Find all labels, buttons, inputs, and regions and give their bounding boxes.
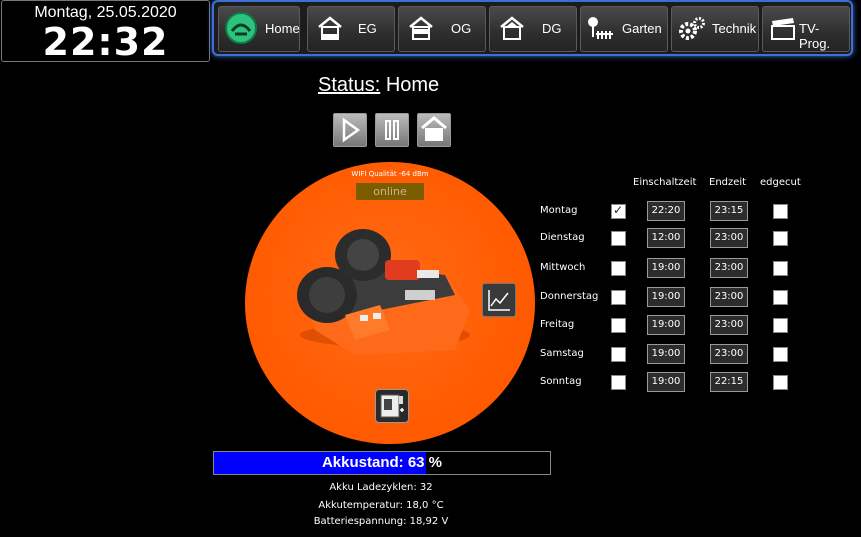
end-time-input[interactable]: 23:00	[710, 258, 748, 278]
status-value: Home	[385, 74, 440, 96]
nav-garten-button[interactable]: Garten	[580, 6, 668, 52]
garden-icon	[588, 17, 613, 39]
top-nav: Home EG OG DG Garten Technik TV-Prog.	[212, 0, 853, 56]
schedule-day-label: Dienstag	[540, 232, 585, 243]
schedule-enable-checkbox[interactable]	[611, 375, 626, 390]
nav-og-button[interactable]: OG	[398, 6, 486, 52]
mower-icon	[225, 12, 257, 44]
line-chart-icon	[488, 290, 510, 311]
nav-eg-button[interactable]: EG	[307, 6, 395, 52]
battery-temperature: Akkutemperatur: 18,0 °C	[318, 500, 444, 511]
schedule-day-label: Freitag	[540, 319, 575, 330]
clock-panel: Montag, 25.05.2020 22:32	[1, 0, 210, 62]
schedule-day-label: Samstag	[540, 348, 584, 359]
edgecut-checkbox[interactable]	[773, 375, 788, 390]
start-time-input[interactable]: 19:00	[647, 315, 685, 335]
nav-tv-button[interactable]: TV-Prog.	[762, 6, 850, 52]
battery-voltage: Batteriespannung: 18,92 V	[313, 516, 449, 527]
end-time-input[interactable]: 22:15	[710, 372, 748, 392]
status-key: Status:	[318, 74, 381, 96]
schedule-enable-checkbox[interactable]	[611, 231, 626, 246]
start-time-input[interactable]: 22:20	[647, 201, 685, 221]
nav-label: DG	[542, 21, 562, 36]
nav-label: EG	[358, 21, 377, 36]
pause-button[interactable]	[375, 113, 409, 147]
end-time-input[interactable]: 23:00	[710, 315, 748, 335]
nav-label: Home	[265, 21, 300, 36]
chart-button[interactable]	[482, 283, 516, 317]
device-settings-button[interactable]	[375, 389, 409, 423]
house-icon	[500, 16, 524, 40]
gears-icon	[679, 17, 705, 40]
nav-label: TV-Prog.	[799, 21, 831, 51]
clapper-icon	[771, 18, 795, 40]
nav-label: Technik	[712, 21, 757, 36]
nav-home-button[interactable]: Home	[218, 6, 300, 52]
house-icon	[318, 16, 342, 40]
battery-cycles: Akku Ladezyklen: 32	[329, 482, 433, 493]
edgecut-checkbox[interactable]	[773, 318, 788, 333]
nav-dg-button[interactable]: DG	[489, 6, 577, 52]
end-time-input[interactable]: 23:00	[710, 344, 748, 364]
schedule-enable-checkbox[interactable]	[611, 290, 626, 305]
battery-label: Akkustand: 63 %	[321, 454, 443, 471]
schedule-enable-checkbox[interactable]	[611, 261, 626, 276]
start-time-input[interactable]: 19:00	[647, 344, 685, 364]
play-button[interactable]	[333, 113, 367, 147]
play-icon	[342, 117, 361, 143]
page-title: Status: Home	[318, 74, 439, 97]
settings-device-icon	[380, 394, 404, 418]
schedule-enable-checkbox[interactable]	[611, 318, 626, 333]
start-time-input[interactable]: 12:00	[647, 228, 685, 248]
edgecut-checkbox[interactable]	[773, 347, 788, 362]
header-edgecut: edgecut	[760, 177, 801, 188]
schedule-day-label: Montag	[540, 205, 578, 216]
online-badge: online	[356, 183, 424, 200]
start-time-input[interactable]: 19:00	[647, 287, 685, 307]
pause-icon	[385, 120, 399, 140]
home-button[interactable]	[417, 113, 451, 147]
schedule-day-label: Mittwoch	[540, 262, 586, 273]
header-endzeit: Endzeit	[709, 177, 747, 188]
schedule-day-label: Sonntag	[540, 376, 582, 387]
edgecut-checkbox[interactable]	[773, 290, 788, 305]
start-time-input[interactable]: 19:00	[647, 372, 685, 392]
edgecut-checkbox[interactable]	[773, 204, 788, 219]
nav-label: OG	[451, 21, 472, 36]
clock-time: 22:32	[42, 20, 169, 64]
end-time-input[interactable]: 23:15	[710, 201, 748, 221]
schedule-day-label: Donnerstag	[540, 291, 599, 302]
end-time-input[interactable]: 23:00	[710, 228, 748, 248]
start-time-input[interactable]: 19:00	[647, 258, 685, 278]
battery-bar: Akkustand: 63 %	[213, 451, 551, 475]
end-time-input[interactable]: 23:00	[710, 287, 748, 307]
header-einschaltzeit: Einschaltzeit	[633, 177, 697, 188]
edgecut-checkbox[interactable]	[773, 261, 788, 276]
mower-image	[297, 229, 470, 355]
house-icon	[409, 16, 433, 40]
wifi-quality: WIFI Qualität -64 dBm	[351, 170, 429, 178]
nav-technik-button[interactable]: Technik	[671, 6, 759, 52]
edgecut-checkbox[interactable]	[773, 231, 788, 246]
home-icon	[421, 116, 447, 141]
nav-label: Garten	[622, 21, 662, 36]
schedule-enable-checkbox[interactable]	[611, 203, 626, 219]
schedule-enable-checkbox[interactable]	[611, 347, 626, 362]
